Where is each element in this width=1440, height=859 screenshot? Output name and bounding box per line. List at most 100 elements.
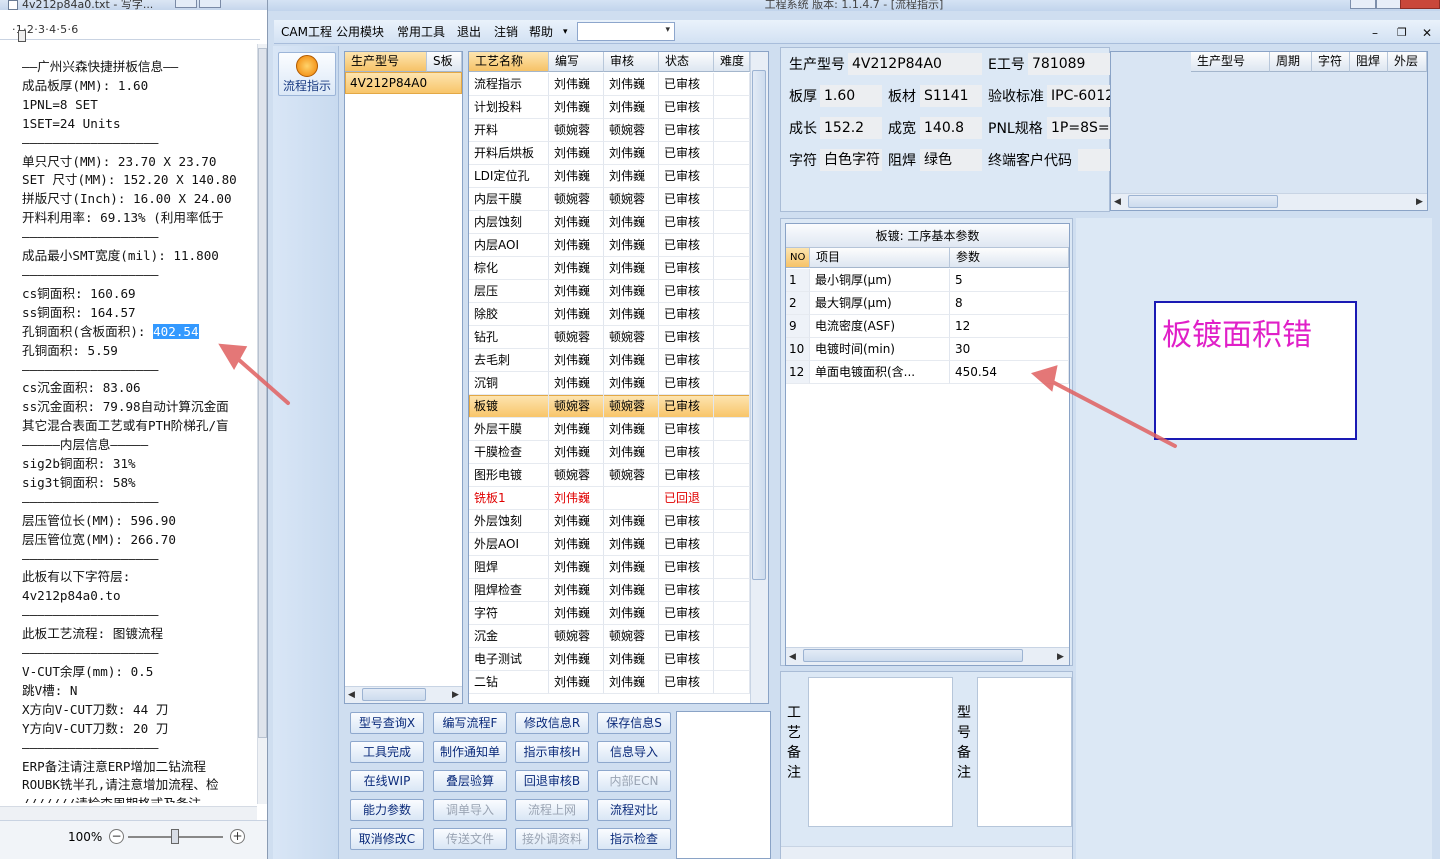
process-cell[interactable]: 已审核 — [659, 625, 714, 648]
process-cell[interactable] — [714, 510, 750, 533]
action-button[interactable]: 回退审核B — [515, 770, 589, 792]
column-header[interactable]: 字符 — [1312, 52, 1350, 72]
process-cell[interactable]: 刘伟巍 — [604, 533, 659, 556]
process-cell[interactable] — [714, 671, 750, 694]
action-button[interactable]: 指示审核H — [515, 741, 589, 763]
process-cell[interactable]: 刘伟巍 — [604, 165, 659, 188]
process-cell[interactable]: 刘伟巍 — [549, 165, 604, 188]
parameter-cell[interactable]: 5 — [950, 269, 1069, 292]
column-header[interactable]: NO — [786, 248, 810, 268]
process-cell[interactable]: 已审核 — [659, 280, 714, 303]
process-cell[interactable]: 已审核 — [659, 533, 714, 556]
parameter-cell[interactable]: 8 — [950, 292, 1069, 315]
customer-code-field[interactable] — [1078, 149, 1110, 171]
zoom-out-button[interactable]: − — [109, 829, 124, 844]
minimize-button[interactable] — [1350, 0, 1376, 9]
action-button[interactable]: 在线WIP — [350, 770, 424, 792]
scroll-left-icon[interactable]: ◀ — [348, 690, 355, 700]
process-cell[interactable]: 刘伟巍 — [604, 234, 659, 257]
column-header[interactable]: 项目 — [810, 248, 950, 268]
column-header[interactable]: 外层 — [1388, 52, 1427, 72]
text-line[interactable]: —————————————————— — [22, 266, 262, 285]
parameter-cell[interactable]: 450.54 — [950, 361, 1069, 384]
menu-logout[interactable]: 注销 — [494, 24, 518, 40]
text-line[interactable]: cs铜面积: 160.69 — [22, 285, 262, 304]
action-button[interactable]: 内部ECN — [597, 770, 671, 792]
process-cell[interactable]: 已审核 — [659, 257, 714, 280]
scroll-left-icon[interactable]: ◀ — [1114, 197, 1121, 207]
column-header[interactable]: 周期 — [1270, 52, 1312, 72]
process-cell[interactable]: 字符 — [469, 602, 549, 625]
text-line[interactable]: Y方向V-CUT刀数: 20 刀 — [22, 720, 262, 739]
process-cell[interactable]: 刘伟巍 — [604, 211, 659, 234]
process-cell[interactable]: 刘伟巍 — [604, 303, 659, 326]
maximize-button[interactable] — [1376, 0, 1402, 9]
menu-exit[interactable]: 退出 — [457, 24, 481, 40]
process-cell[interactable]: 已审核 — [659, 648, 714, 671]
process-cell[interactable]: 已审核 — [659, 349, 714, 372]
process-cell[interactable] — [714, 464, 750, 487]
quick-access-button[interactable] — [199, 0, 221, 8]
process-cell[interactable]: 钻孔 — [469, 326, 549, 349]
process-cell[interactable] — [714, 326, 750, 349]
process-cell[interactable] — [714, 648, 750, 671]
text-line[interactable]: —————————————————— — [22, 228, 262, 247]
process-cell[interactable]: 计划投料 — [469, 96, 549, 119]
action-button[interactable]: 流程上网 — [515, 799, 589, 821]
process-cell[interactable]: 内层蚀刻 — [469, 211, 549, 234]
process-cell[interactable]: 已审核 — [659, 165, 714, 188]
text-line[interactable]: ss铜面积: 164.57 — [22, 304, 262, 323]
process-cell[interactable]: 刘伟巍 — [604, 648, 659, 671]
process-cell[interactable]: 板镀 — [469, 395, 549, 418]
close-button[interactable] — [1400, 0, 1440, 9]
quick-access-button[interactable] — [175, 0, 197, 8]
text-line[interactable]: 此板有以下字符层: — [22, 568, 262, 587]
process-cell[interactable]: 刘伟巍 — [604, 142, 659, 165]
process-cell[interactable]: 刘伟巍 — [604, 579, 659, 602]
scroll-right-icon[interactable]: ▶ — [1057, 652, 1064, 662]
selected-value[interactable]: 402.54 — [153, 323, 199, 339]
text-line[interactable]: ERP备注请注意ERP增加二钻流程 — [22, 758, 262, 777]
column-header[interactable]: 审核 — [604, 52, 659, 72]
process-cell[interactable] — [714, 441, 750, 464]
process-cell[interactable]: 已审核 — [659, 73, 714, 96]
process-cell[interactable]: 已审核 — [659, 556, 714, 579]
process-cell[interactable]: 开料 — [469, 119, 549, 142]
scroll-right-icon[interactable]: ▶ — [1416, 197, 1423, 207]
parameter-cell[interactable]: 12 — [786, 361, 810, 384]
process-cell[interactable] — [714, 234, 750, 257]
process-cell[interactable] — [714, 280, 750, 303]
parameter-cell[interactable]: 最大铜厚(μm) — [810, 292, 950, 315]
standard-field[interactable]: IPC-6012 — [1047, 85, 1110, 107]
process-cell[interactable]: LDI定位孔 — [469, 165, 549, 188]
indent-marker-icon[interactable] — [18, 30, 26, 42]
mdi-minimize-icon[interactable]: – — [1372, 26, 1378, 40]
text-line[interactable]: ROUBK铣半孔,请注意增加流程、检 — [22, 776, 262, 795]
text-line[interactable]: 1SET=24 Units — [22, 115, 262, 134]
text-line[interactable]: 拼版尺寸(Inch): 16.00 X 24.00 — [22, 190, 262, 209]
process-cell[interactable]: 阻焊 — [469, 556, 549, 579]
text-line[interactable]: X方向V-CUT刀数: 44 刀 — [22, 701, 262, 720]
process-cell[interactable]: 已审核 — [659, 188, 714, 211]
text-line[interactable]: 孔铜面积: 5.59 — [22, 342, 262, 361]
menu-help[interactable]: 帮助 — [529, 24, 553, 40]
process-cell[interactable]: 开料后烘板 — [469, 142, 549, 165]
process-cell[interactable]: 刘伟巍 — [549, 372, 604, 395]
width-field[interactable]: 140.8 — [920, 117, 982, 139]
process-cell[interactable]: 刘伟巍 — [549, 303, 604, 326]
text-line[interactable]: 层压管位宽(MM): 266.70 — [22, 531, 262, 550]
action-button[interactable]: 型号查询X — [350, 712, 424, 734]
legend-field[interactable]: 白色字符 — [820, 149, 882, 171]
text-line[interactable]: —————————————————— — [22, 134, 262, 153]
process-cell[interactable]: 已审核 — [659, 418, 714, 441]
action-button[interactable]: 保存信息S — [597, 712, 671, 734]
process-cell[interactable]: 除胶 — [469, 303, 549, 326]
scrollbar-thumb[interactable] — [803, 649, 1023, 662]
process-cell[interactable]: 刘伟巍 — [549, 487, 604, 510]
process-cell[interactable]: 沉金 — [469, 625, 549, 648]
menu-combo-box[interactable] — [577, 22, 675, 41]
process-cell[interactable]: 已审核 — [659, 510, 714, 533]
text-line[interactable]: 开料利用率: 69.13% (利用率低于 — [22, 209, 262, 228]
mdi-restore-icon[interactable]: ❐ — [1397, 26, 1407, 39]
process-cell[interactable]: 已审核 — [659, 441, 714, 464]
